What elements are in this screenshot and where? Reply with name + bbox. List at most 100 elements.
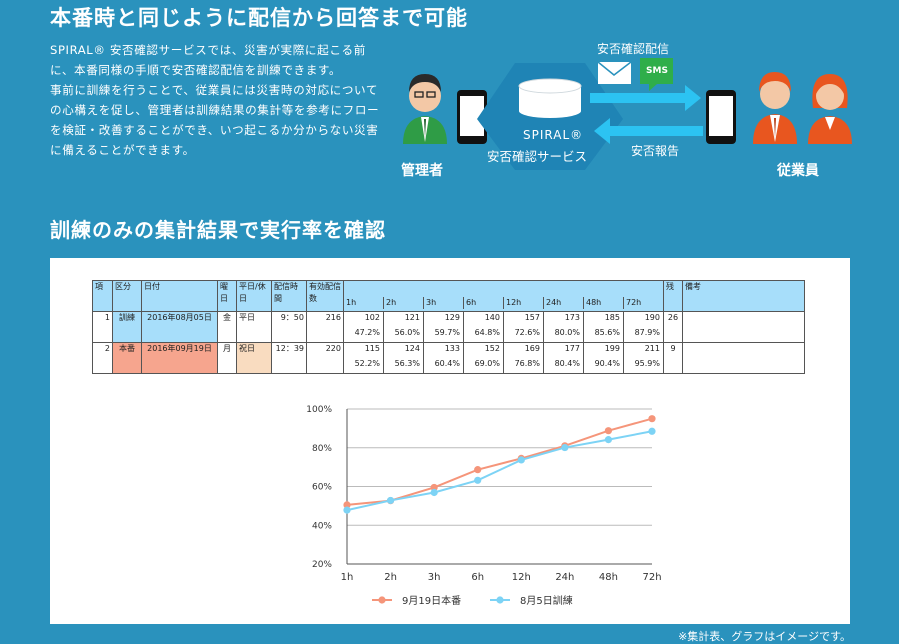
send-label: 安否確認配信 — [597, 42, 670, 56]
cell-weekday: 金 — [217, 311, 237, 343]
hour-header: 1h — [346, 297, 357, 307]
x-tick-label: 3h — [428, 572, 441, 583]
hour-rate: 87.9% — [623, 327, 663, 342]
data-point — [386, 496, 395, 505]
y-tick-label: 80% — [312, 444, 332, 454]
col-item: 項 — [92, 280, 113, 312]
legend-label: 8月5日訓練 — [520, 594, 573, 607]
cell-no: 2 — [92, 342, 113, 374]
col-daytype: 平日/休日 — [236, 280, 272, 312]
hour-value: 121 — [383, 312, 423, 327]
hour-header: 72h — [623, 296, 663, 309]
cell-date: 2016年08月05日 — [141, 311, 218, 343]
hour-value: 152 — [463, 343, 503, 358]
x-tick-label: 72h — [642, 572, 661, 583]
data-point — [648, 415, 656, 423]
description: SPIRAL® 安否確認サービスでは、災害が実際に起こる前に、本番同様の手順で安… — [50, 40, 380, 160]
data-point — [604, 427, 613, 435]
line-chart: 20% 40% 60% 80% 100% 1h 2h 3h 6h 12h 24h 48h 72h 9月19… — [50, 398, 850, 628]
data-point — [474, 476, 482, 484]
employee-male-icon — [753, 72, 797, 144]
report-label: 安否報告 — [631, 144, 680, 158]
col-weekday: 曜日 — [217, 280, 237, 312]
hour-value: 157 — [503, 312, 543, 327]
hour-rate: 56.3% — [383, 358, 423, 373]
employee-female-icon — [808, 74, 852, 144]
hour-rate: 64.8% — [463, 327, 503, 342]
cell-weekday: 月 — [217, 342, 237, 374]
cell-remain: 26 — [663, 311, 683, 343]
section-heading: 本番時と同じように配信から回答まで可能 — [50, 6, 468, 30]
hour-header: 12h — [503, 296, 543, 309]
cell-no: 1 — [92, 311, 113, 343]
x-tick-label: 2h — [384, 572, 397, 583]
data-point — [648, 427, 656, 435]
data-point — [561, 443, 569, 452]
hour-value: 133 — [423, 343, 463, 358]
data-point — [430, 488, 438, 497]
hour-rate: 76.8% — [503, 358, 543, 373]
cell-daytype: 祝日 — [236, 342, 272, 374]
aggregate-table: 項 区分 日付 曜日 平日/休日 配信時間 有効配信数 残 備考 1h 2h 3h 6… — [92, 279, 805, 374]
cell-date: 2016年09月19日 — [141, 342, 218, 374]
col-hours: 1h 2h 3h 6h 12h 24h 48h 72h — [343, 296, 664, 312]
hour-value: 185 — [583, 312, 623, 327]
description-para-2: 事前に訓練を行うことで、従業員には災害時の対応についての心構えを促し、管理者は訓… — [50, 83, 380, 157]
cell-remain: 9 — [663, 342, 683, 374]
hour-value: 173 — [543, 312, 583, 327]
admin-person-icon — [403, 74, 447, 144]
cell-time: 12：39 — [271, 342, 307, 374]
hour-value: 169 — [503, 343, 543, 358]
legend-marker — [378, 596, 386, 604]
hour-rate: 80.0% — [543, 327, 583, 342]
admin-label: 管理者 — [401, 163, 443, 179]
hour-rate: 56.0% — [383, 327, 423, 342]
table-row: 2 本番 2016年09月19日月祝日 12：39 220 115 124 133 152 169… — [92, 342, 805, 374]
service-name-line1: SPIRAL® — [523, 128, 584, 142]
cell-hours: 115 124 133 152 169 177 199 211 52.2% 56.3% 60.4% 6… — [343, 342, 664, 374]
hour-value: 140 — [463, 312, 503, 327]
cell-count: 220 — [306, 342, 344, 374]
hour-rate: 90.4% — [583, 358, 623, 373]
data-point — [517, 456, 525, 464]
cell-count: 216 — [306, 311, 344, 343]
footnote: ※集計表、グラフはイメージです。 — [678, 630, 851, 643]
description-para-1: SPIRAL® 安否確認サービスでは、災害が実際に起こる前に、本番同様の手順で安… — [50, 43, 366, 77]
hour-value: 211 — [623, 343, 663, 358]
y-tick-label: 20% — [312, 560, 332, 570]
x-tick-label: 12h — [512, 572, 531, 583]
hour-header: 3h — [423, 296, 463, 309]
cell-note — [682, 311, 805, 343]
hour-rate: 60.4% — [423, 358, 463, 373]
service-diagram: 安否確認配信 SMS 安否報告 SPIRAL® 安否確認サービス 管理者 従業員 — [395, 38, 865, 188]
data-point — [604, 436, 613, 444]
col-note: 備考 — [682, 280, 805, 312]
hour-header: 24h — [543, 296, 583, 309]
hour-rate: 80.4% — [543, 358, 583, 373]
x-tick-label: 1h — [341, 572, 354, 583]
cell-type: 本番 — [112, 342, 142, 374]
employees-label: 従業員 — [777, 163, 819, 179]
result-panel: 項 区分 日付 曜日 平日/休日 配信時間 有効配信数 残 備考 1h 2h 3h 6… — [50, 258, 850, 624]
sms-badge: SMS — [646, 66, 668, 76]
section-subheading: 訓練のみの集計結果で実行率を確認 — [50, 218, 386, 242]
data-point — [343, 506, 351, 514]
cell-time: 9：50 — [271, 311, 307, 343]
table-header-row: 項 区分 日付 曜日 平日/休日 配信時間 有効配信数 残 備考 — [92, 279, 805, 312]
hour-rate: 47.2% — [354, 328, 380, 337]
y-tick-label: 60% — [312, 483, 332, 493]
hour-value: 177 — [543, 343, 583, 358]
col-hours-top — [343, 279, 664, 297]
hour-header: 2h — [383, 296, 423, 309]
hour-value: 124 — [383, 343, 423, 358]
col-date: 日付 — [141, 280, 218, 312]
cell-daytype: 平日 — [236, 311, 272, 343]
hour-rate: 72.6% — [503, 327, 543, 342]
hour-value: 129 — [423, 312, 463, 327]
col-remain: 残 — [663, 280, 683, 312]
hour-header: 48h — [583, 296, 623, 309]
hour-rate: 52.2% — [354, 359, 380, 368]
legend-label: 9月19日本番 — [402, 594, 461, 607]
mail-icon — [597, 61, 632, 84]
x-tick-label: 48h — [599, 572, 618, 583]
